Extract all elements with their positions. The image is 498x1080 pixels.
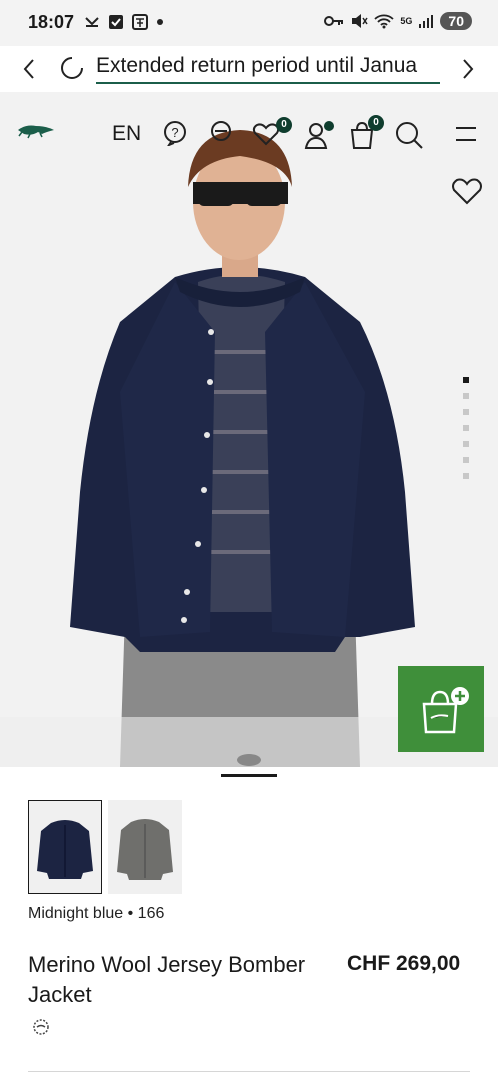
wifi-icon [374,14,395,29]
gallery-pagination [463,377,469,479]
gallery-dot[interactable] [463,377,469,383]
section-divider [28,1071,470,1072]
promo-bar: Extended return period until Janua [0,46,498,92]
store-icon [132,14,148,30]
gallery-dot[interactable] [463,441,469,447]
chevron-right-icon[interactable] [461,58,475,80]
add-to-bag-icon [422,687,469,734]
jacket-grey-thumbnail [117,819,173,880]
status-right-icons: 5G 70 [324,12,472,30]
sheet-drag-handle[interactable] [221,774,277,777]
gallery-dot[interactable] [463,473,469,479]
color-swatch-grey[interactable] [108,800,182,894]
promo-link[interactable]: Extended return period until Janua [96,54,440,84]
svg-text:?: ? [171,125,178,140]
notification-dot-icon [157,19,163,25]
status-left-icons [84,14,164,30]
selected-color-label: Midnight blue • 166 [28,905,165,922]
store-locator-icon[interactable] [208,120,234,148]
cart-count-badge: 0 [368,115,384,131]
loading-spinner-icon [61,57,83,79]
product-title: Merino Wool Jersey Bomber Jacket [28,952,306,1007]
status-bar: 18:07 5G 70 [0,0,498,46]
network-label: 5G [400,16,413,26]
product-price: CHF 269,00 [347,952,461,975]
search-icon[interactable] [394,120,424,150]
gallery-dot[interactable] [463,425,469,431]
add-to-wishlist-heart-icon[interactable] [451,177,483,205]
gallery-dot[interactable] [463,409,469,415]
key-icon [324,16,344,26]
color-swatches [28,800,182,894]
gallery-dot[interactable] [463,457,469,463]
sustainability-badge-icon [33,1019,49,1035]
language-selector[interactable]: EN [112,122,141,146]
missed-call-icon [85,17,99,27]
battery-indicator: 70 [440,12,472,30]
chevron-left-icon[interactable] [22,58,36,80]
menu-icon[interactable] [454,124,478,144]
account-icon[interactable] [304,120,334,150]
mute-icon [352,14,369,28]
signal-icon [419,15,434,28]
add-to-cart-button[interactable] [398,666,484,752]
wishlist-count-badge: 0 [276,117,292,133]
lacoste-logo-icon[interactable] [16,120,56,140]
status-time: 18:07 [28,12,75,32]
checkbox-icon [109,15,123,29]
color-swatch-midnight-blue[interactable] [28,800,102,894]
gallery-dot[interactable] [463,393,469,399]
jacket-navy-thumbnail [37,820,93,879]
top-navigation: EN ? 0 0 [0,92,498,174]
help-icon[interactable]: ? [162,120,188,146]
